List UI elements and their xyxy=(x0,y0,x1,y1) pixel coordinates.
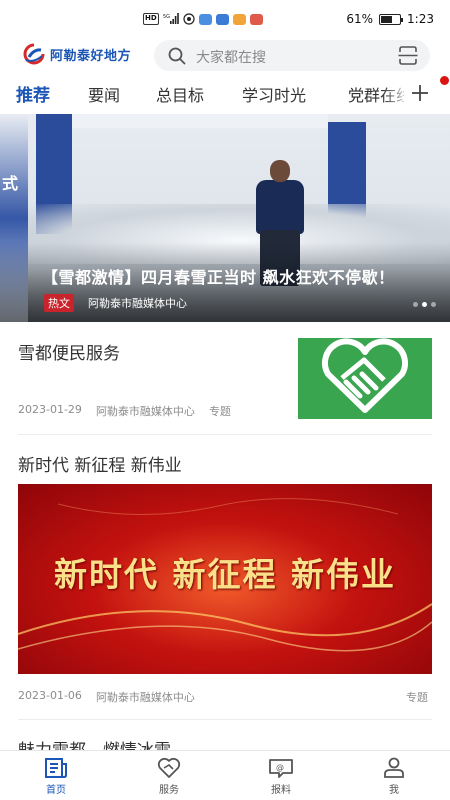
banner-text: 新时代 新征程 新伟业 xyxy=(54,555,396,594)
tab-headlines[interactable]: 要闻 xyxy=(88,82,120,106)
skier-head xyxy=(270,160,290,182)
divider xyxy=(18,719,432,720)
tab-general-goal[interactable]: 总目标 xyxy=(156,82,204,106)
notification-dot xyxy=(440,76,449,85)
tab-fade xyxy=(382,80,412,110)
article-meta: 2023-01-29 阿勒泰市融媒体中心 专题 xyxy=(18,403,231,419)
logo-mark-icon xyxy=(23,43,45,65)
svg-text:5G: 5G xyxy=(163,14,170,20)
app-header: 阿勒泰好地方 大家都在搜 xyxy=(0,40,450,72)
nav-label: 报料 xyxy=(271,785,291,796)
scan-icon[interactable] xyxy=(398,46,418,65)
nav-label: 首页 xyxy=(46,785,66,796)
nav-label: 服务 xyxy=(159,785,179,796)
article-title: 新时代 新征程 新伟业 xyxy=(18,456,182,476)
status-icons: HD 5G xyxy=(143,13,263,25)
app-notification-icon xyxy=(198,13,212,25)
battery-icon xyxy=(379,13,404,25)
svg-text:@: @ xyxy=(276,763,284,772)
battery-level xyxy=(381,15,393,23)
search-icon xyxy=(168,47,186,65)
carousel-dots xyxy=(413,302,436,307)
signal-icon: 5G xyxy=(163,13,179,25)
home-news-icon xyxy=(45,758,67,778)
handshake-heart-icon xyxy=(321,338,409,413)
hd-indicator: HD xyxy=(143,13,159,25)
article-date: 2023-01-06 xyxy=(18,689,82,702)
carousel-dot[interactable] xyxy=(431,302,436,307)
battery-percent: 61% xyxy=(346,12,374,26)
plus-icon[interactable] xyxy=(411,84,429,102)
article-date: 2023-01-29 xyxy=(18,403,82,416)
logo-text: 阿勒泰好地方 xyxy=(50,48,132,64)
search-bar[interactable]: 大家都在搜 xyxy=(154,40,430,71)
heart-service-icon xyxy=(157,757,181,778)
category-tabs: 推荐 要闻 总目标 学习时光 党群在线 xyxy=(0,80,450,110)
nav-me[interactable]: 我 xyxy=(364,757,424,796)
article-meta: 2023-01-06 阿勒泰市融媒体中心 xyxy=(18,689,195,705)
app-logo[interactable]: 阿勒泰好地方 xyxy=(22,43,131,65)
tab-study-time[interactable]: 学习时光 xyxy=(242,82,306,106)
nav-home[interactable]: 首页 xyxy=(26,757,86,796)
hero-source: 阿勒泰市融媒体中心 xyxy=(88,297,187,310)
carousel-dot[interactable] xyxy=(413,302,418,307)
article-tag: 专题 xyxy=(406,691,428,704)
eye-icon xyxy=(183,13,195,25)
skier-body xyxy=(256,180,304,234)
report-chat-icon: @ xyxy=(269,759,293,778)
mail-notification-icon xyxy=(249,13,263,25)
hero-carousel[interactable]: 式 【雪都激情】四月春雪正当时 飙水狂欢不停歇！ 热文 阿勒泰市融媒体中心 xyxy=(0,114,450,322)
nav-service[interactable]: 服务 xyxy=(139,757,199,796)
side-slide-text: 式 xyxy=(2,174,19,193)
nav-report[interactable]: @ 报料 xyxy=(251,757,311,796)
article-tag: 专题 xyxy=(208,405,231,418)
clock: 1:23 xyxy=(407,12,434,26)
status-bar: HD 5G 61% 1:23 xyxy=(0,0,450,40)
article-image: 新时代 新征程 新伟业 xyxy=(18,484,432,674)
carousel-dot[interactable] xyxy=(422,302,427,307)
search-placeholder: 大家都在搜 xyxy=(196,50,266,66)
article-thumbnail xyxy=(298,338,432,419)
hero-title: 【雪都激情】四月春雪正当时 飙水狂欢不停歇！ xyxy=(42,268,395,287)
nav-label: 我 xyxy=(389,785,399,796)
cloud-notification-icon xyxy=(215,13,229,25)
divider xyxy=(18,434,432,435)
hot-badge: 热文 xyxy=(44,294,74,312)
status-right: 61% 1:23 xyxy=(346,12,434,26)
arch-top xyxy=(72,114,328,128)
bottom-navigation: 首页 服务 @ 报料 我 xyxy=(0,750,450,800)
tab-recommend[interactable]: 推荐 xyxy=(16,81,50,106)
article-title: 雪都便民服务 xyxy=(18,344,120,364)
article-source: 阿勒泰市融媒体中心 xyxy=(95,405,195,418)
person-icon xyxy=(384,757,404,778)
article-source: 阿勒泰市融媒体中心 xyxy=(95,691,195,704)
shop-notification-icon xyxy=(232,13,246,25)
